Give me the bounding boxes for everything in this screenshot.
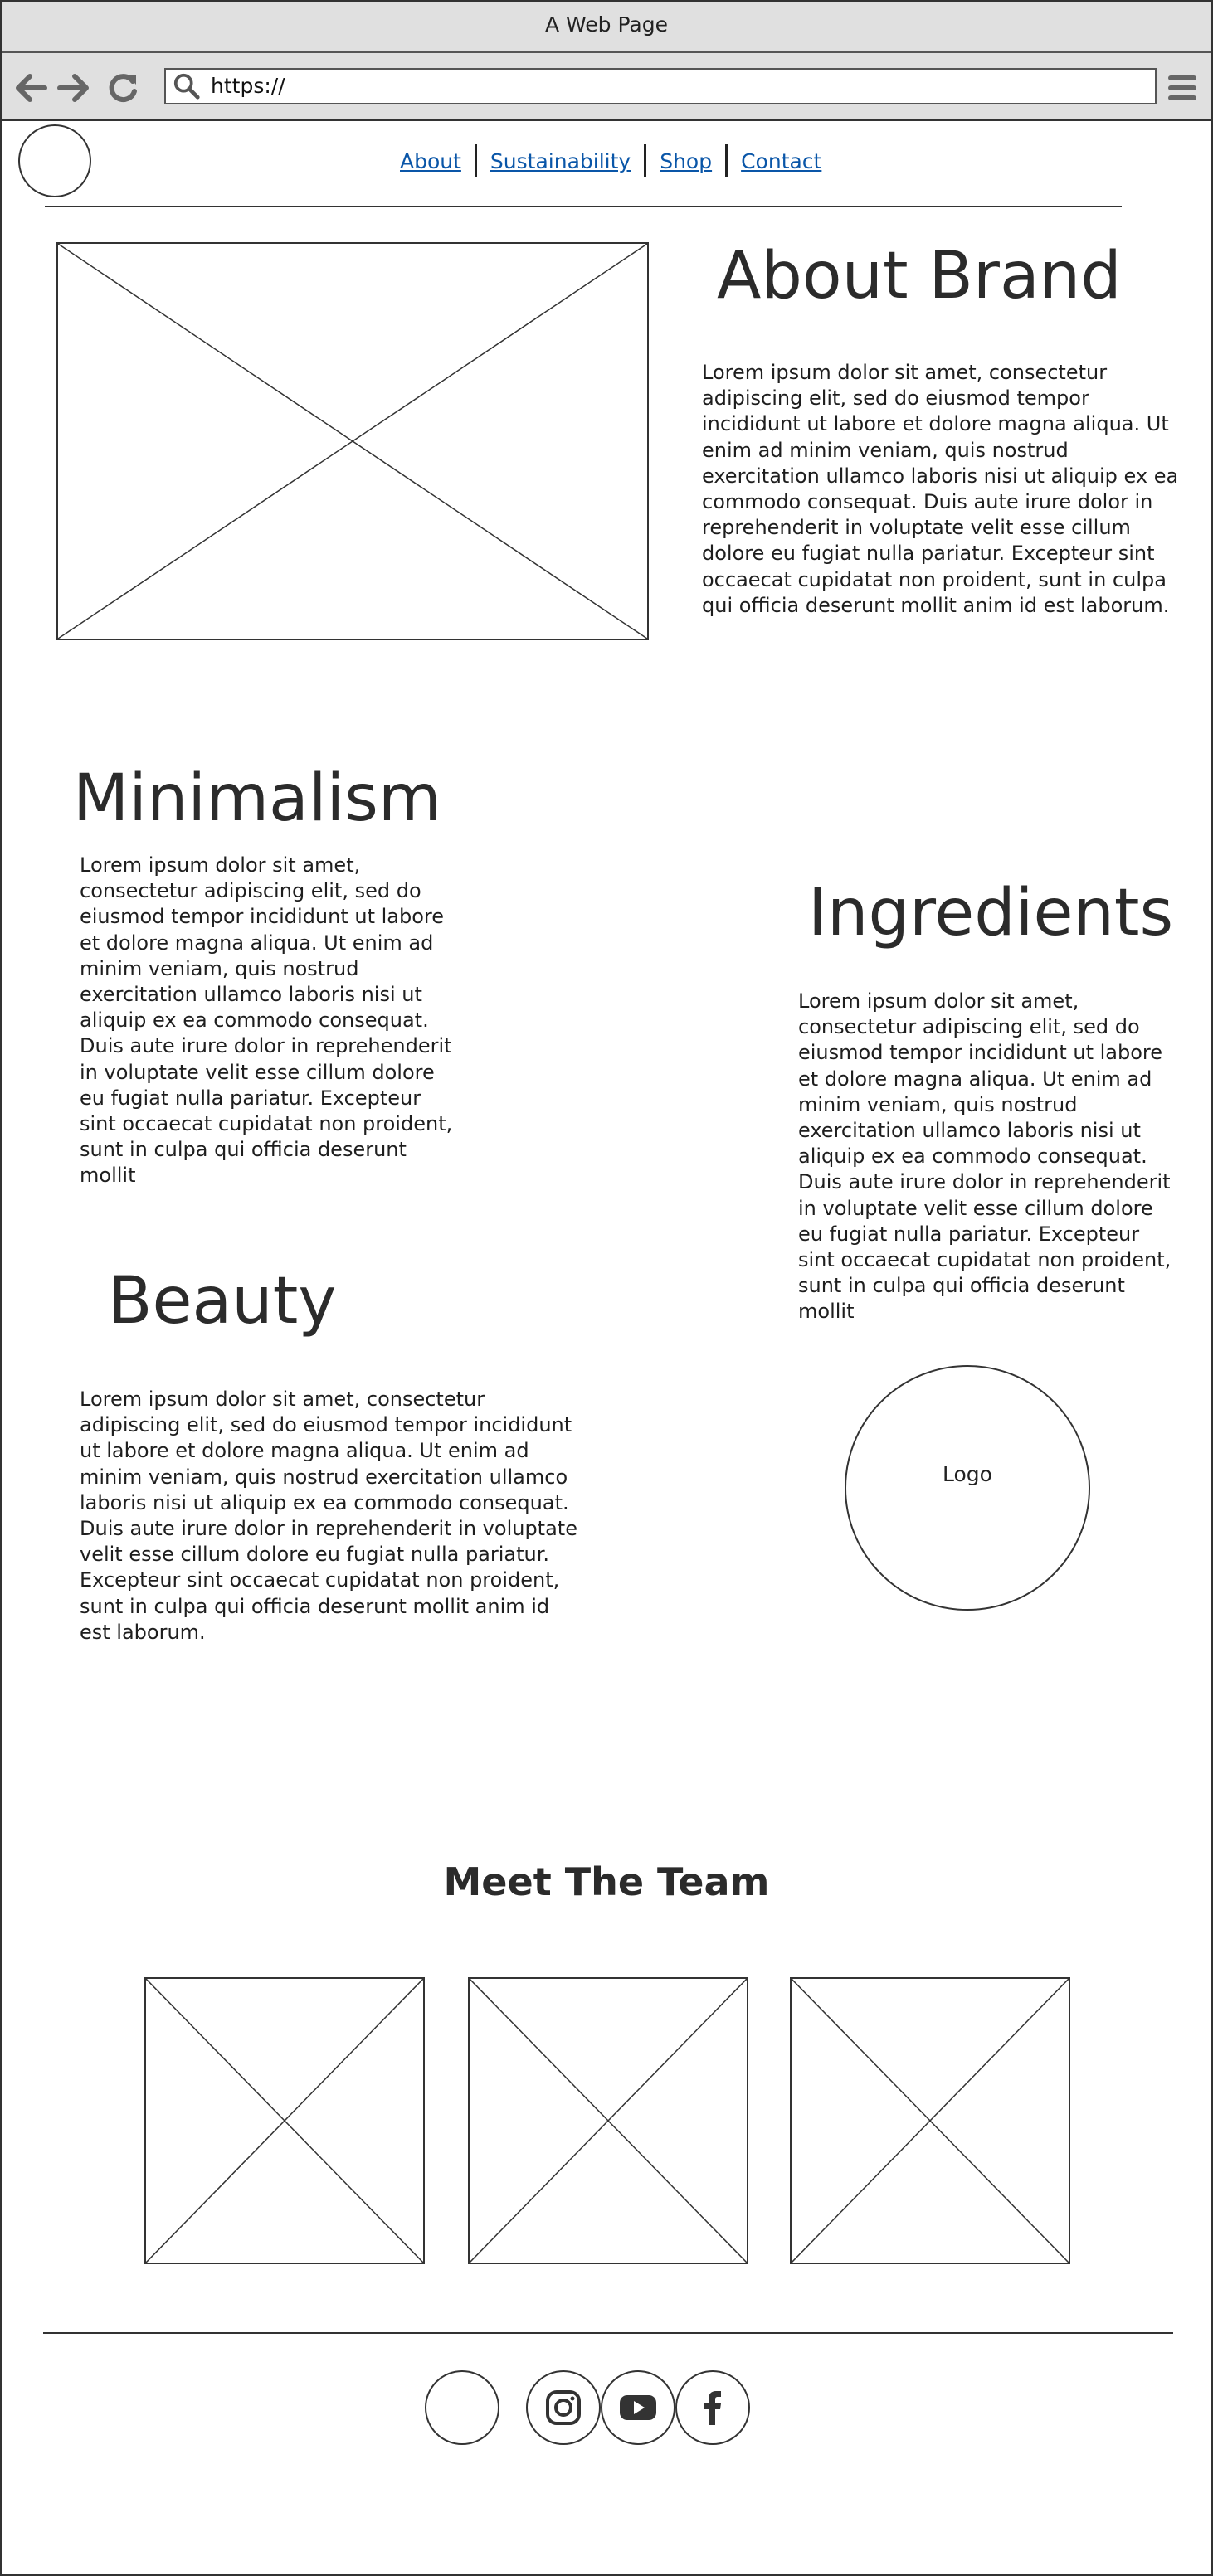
nav-link-sustainability[interactable]: Sustainability [490, 149, 631, 173]
instagram-link[interactable] [526, 2370, 601, 2445]
minimalism-heading: Minimalism [73, 761, 441, 836]
nav-link-about[interactable]: About [400, 149, 461, 173]
beauty-text: Lorem ipsum dolor sit amet, consectetur … [80, 1388, 577, 1644]
browser-toolbar: https:// [2, 53, 1211, 121]
nav-divider [45, 206, 1122, 207]
nav-separator [725, 144, 728, 177]
back-button[interactable] [15, 71, 48, 104]
nav-link-contact[interactable]: Contact [741, 149, 821, 173]
arrow-right-icon [57, 74, 89, 102]
url-text: https:// [211, 74, 285, 98]
about-image-placeholder [56, 242, 649, 640]
image-placeholder-icon [146, 1979, 423, 2263]
ingredients-heading: Ingredients [808, 876, 1174, 950]
search-icon [173, 73, 200, 100]
footer-divider [43, 2332, 1173, 2334]
team-member-photo [144, 1977, 425, 2264]
site-logo-placeholder[interactable] [18, 124, 91, 197]
reload-icon [109, 74, 137, 103]
hamburger-menu-icon [1168, 75, 1196, 100]
youtube-link[interactable] [601, 2370, 675, 2445]
browser-window: A Web Page https:// About Sustainability… [0, 0, 1213, 2576]
image-placeholder-icon [792, 1979, 1069, 2263]
team-member-photo [790, 1977, 1070, 2264]
beauty-heading: Beauty [108, 1264, 337, 1339]
nav-link-shop[interactable]: Shop [660, 149, 712, 173]
window-titlebar: A Web Page [2, 2, 1211, 53]
team-member-photo [468, 1977, 748, 2264]
logo-label: Logo [943, 1462, 992, 1486]
nav-separator [644, 144, 647, 177]
window-title: A Web Page [544, 12, 669, 36]
main-nav: About Sustainability Shop Contact [400, 143, 821, 179]
reload-button[interactable] [106, 71, 139, 104]
arrow-left-icon [16, 74, 47, 102]
team-heading: Meet The Team [443, 1859, 770, 1904]
image-placeholder-icon [470, 1979, 747, 2263]
facebook-link[interactable] [675, 2370, 750, 2445]
about-text: Lorem ipsum dolor sit amet, consectetur … [702, 361, 1179, 617]
facebook-icon [704, 2391, 721, 2425]
nav-separator [474, 144, 477, 177]
image-placeholder-icon [58, 244, 647, 639]
minimalism-text: Lorem ipsum dolor sit amet, consectetur … [80, 853, 453, 1188]
brand-logo-placeholder: Logo [845, 1365, 1090, 1611]
menu-button[interactable] [1168, 73, 1196, 103]
address-bar[interactable]: https:// [164, 68, 1157, 104]
footer-logo-placeholder[interactable] [425, 2370, 499, 2445]
instagram-icon [546, 2390, 581, 2425]
forward-button[interactable] [56, 71, 90, 104]
youtube-icon [620, 2395, 656, 2420]
ingredients-text: Lorem ipsum dolor sit amet, consectetur … [798, 989, 1172, 1324]
about-heading: About Brand [717, 239, 1122, 313]
